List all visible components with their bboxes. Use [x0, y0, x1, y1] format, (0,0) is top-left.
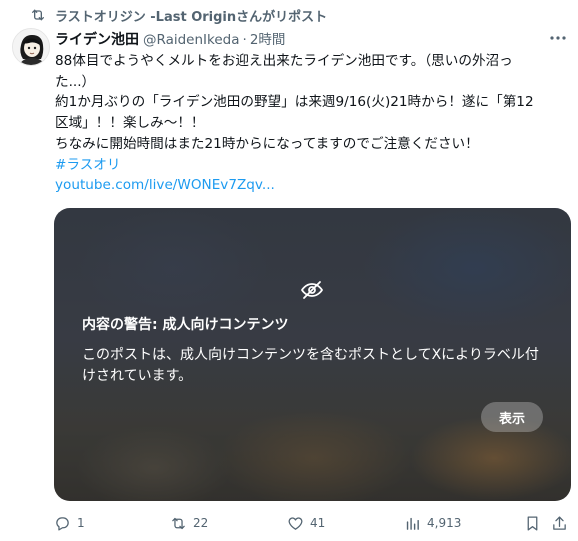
- more-options-icon: [550, 36, 566, 40]
- header-separator: ·: [242, 32, 247, 48]
- retweet-icon: [31, 9, 44, 21]
- post-text-line: た...）: [55, 73, 96, 90]
- share-icon: [553, 515, 566, 530]
- retweet-icon: [172, 517, 185, 529]
- bookmark-icon: [527, 515, 538, 531]
- repost-count: 22: [193, 516, 209, 530]
- author-handle[interactable]: @RaidenIkeda: [143, 32, 240, 48]
- post-text-line: 区域」！！楽しみ～！！: [55, 115, 205, 132]
- repost-context[interactable]: ラストオリジン -Last Originさんがリポスト: [30, 5, 327, 25]
- share-button[interactable]: [551, 512, 568, 534]
- author-name[interactable]: ライデン池田: [55, 29, 139, 49]
- show-content-button[interactable]: 表示: [481, 402, 543, 432]
- action-bar: 1 22 41 4,913: [54, 512, 574, 534]
- media-warning-card: 内容の警告: 成人向けコンテンツ このポストは、成人向けコンテンツを含むポストと…: [54, 208, 571, 501]
- more-options-button[interactable]: [548, 28, 568, 48]
- hashtag-link[interactable]: #ラスオリ: [55, 155, 575, 176]
- heart-icon: [288, 516, 303, 530]
- bookmark-button[interactable]: [524, 512, 541, 534]
- warning-description: このポストは、成人向けコンテンツを含むポストとしてXによりラベル付けされています…: [82, 347, 539, 384]
- avatar[interactable]: [12, 28, 50, 66]
- eye-slash-icon: [301, 281, 323, 299]
- warning-title: 内容の警告: 成人向けコンテンツ: [82, 317, 289, 333]
- like-count: 41: [310, 516, 326, 530]
- post-body: 88体目でようやくメルトをお迎え出来たライデン池田です。（思いの外沼っ た...…: [55, 51, 575, 196]
- repost-context-text: ラストオリジン -Last Originさんがリポスト: [55, 9, 328, 25]
- avatar-icon: [13, 29, 49, 65]
- youtube-link[interactable]: youtube.com/live/WONEv7Zqv...: [55, 175, 575, 196]
- post-text-line: ちなみに開始時間はまた21時からになってますのでご注意ください！: [55, 135, 479, 152]
- post-header: ライデン池田 @RaidenIkeda · 2時間: [55, 28, 285, 48]
- reply-count: 1: [77, 516, 85, 530]
- post-text-line: 88体目でようやくメルトをお迎え出来たライデン池田です。（思いの外沼っ: [55, 53, 513, 69]
- reply-icon: [56, 516, 69, 531]
- post-timestamp[interactable]: 2時間: [250, 28, 286, 48]
- repost-button[interactable]: 22: [170, 512, 208, 534]
- like-button[interactable]: 41: [287, 512, 325, 534]
- views-chart-icon: [406, 517, 419, 530]
- reply-button[interactable]: 1: [54, 512, 85, 534]
- views-count: 4,913: [427, 516, 462, 530]
- views-button[interactable]: 4,913: [404, 512, 461, 534]
- post-text-line: 約1か月ぶりの「ライデン池田の野望」は来週9/16(火)21時から！遂に「第12: [55, 94, 534, 111]
